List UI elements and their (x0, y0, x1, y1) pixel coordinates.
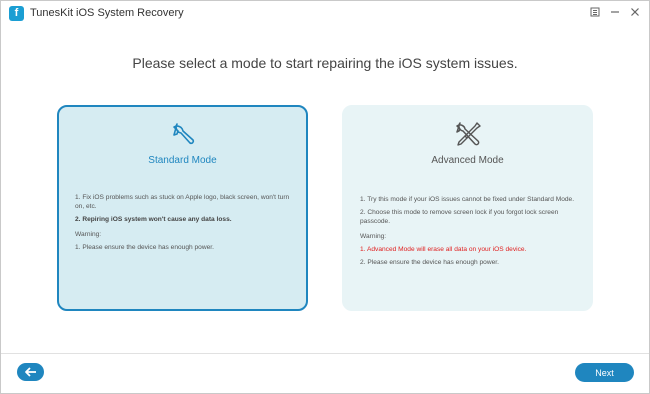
wrench-icon (168, 119, 198, 149)
advanced-warning-1: 1. Advanced Mode will erase all data on … (360, 246, 527, 253)
arrow-left-icon (24, 367, 36, 377)
app-logo: f (9, 5, 24, 21)
back-button[interactable] (17, 363, 44, 381)
close-icon[interactable] (627, 4, 643, 20)
footer-divider (1, 353, 649, 354)
advanced-mode-description: 1. Try this mode if your iOS issues cann… (360, 195, 577, 271)
standard-point-1: 1. Fix iOS problems such as stuck on App… (75, 194, 290, 210)
page-headline: Please select a mode to start repairing … (132, 55, 518, 71)
standard-mode-title: Standard Mode (148, 155, 217, 166)
advanced-point-1: 1. Try this mode if your iOS issues cann… (360, 196, 575, 203)
app-window: f TunesKit iOS System Recovery Please se… (0, 0, 650, 394)
window-controls (587, 4, 643, 20)
standard-point-2: 2. Repiring iOS system won't cause any d… (75, 216, 232, 223)
minimize-icon[interactable] (607, 4, 623, 20)
advanced-warning-label: Warning: (360, 233, 387, 240)
advanced-point-2: 2. Choose this mode to remove screen loc… (360, 209, 559, 225)
standard-mode-card[interactable]: Standard Mode 1. Fix iOS problems such a… (57, 105, 308, 311)
next-button[interactable]: Next (575, 363, 634, 382)
advanced-mode-title: Advanced Mode (431, 155, 504, 166)
standard-warning-1: 1. Please ensure the device has enough p… (75, 244, 214, 251)
standard-mode-description: 1. Fix iOS problems such as stuck on App… (75, 193, 292, 256)
title-bar: f TunesKit iOS System Recovery (1, 1, 649, 25)
advanced-warning-2: 2. Please ensure the device has enough p… (360, 259, 499, 266)
standard-warning-label: Warning: (75, 231, 102, 238)
wrench-screwdriver-icon (453, 119, 483, 149)
window-title: TunesKit iOS System Recovery (30, 7, 184, 19)
advanced-mode-card[interactable]: Advanced Mode 1. Try this mode if your i… (342, 105, 593, 311)
menu-icon[interactable] (587, 4, 603, 20)
